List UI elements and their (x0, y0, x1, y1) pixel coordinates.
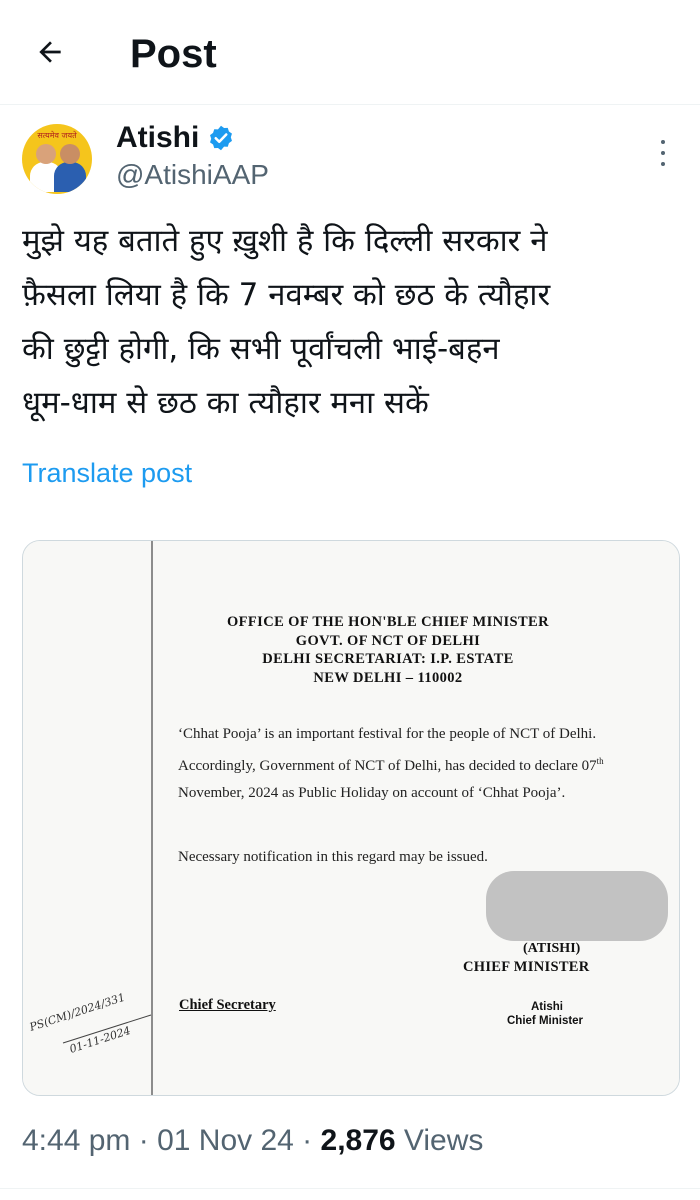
author-name-row: Atishi (116, 120, 235, 156)
translate-post-link[interactable]: Translate post (22, 456, 192, 490)
divider (0, 1188, 700, 1189)
government-letter: OFFICE OF THE HON'BLE CHIEF MINISTER GOV… (23, 541, 679, 1095)
views-label: Views (395, 1124, 484, 1157)
attached-image[interactable]: OFFICE OF THE HON'BLE CHIEF MINISTER GOV… (22, 540, 680, 1096)
header-line: DELHI SECRETARIAT: I.P. ESTATE (262, 651, 514, 667)
post-date: 01 Nov 24 (157, 1124, 294, 1157)
letter-header: OFFICE OF THE HON'BLE CHIEF MINISTER GOV… (153, 613, 623, 687)
body-text: ‘Chhat Pooja’ is an important festival f… (178, 726, 597, 774)
stamp-title: Chief Minister (507, 1015, 584, 1027)
arrow-left-icon (39, 41, 61, 63)
verified-badge-icon (210, 125, 233, 151)
body-text: November, 2024 as Public Holiday on acco… (178, 785, 566, 801)
header-line: OFFICE OF THE HON'BLE CHIEF MINISTER (226, 614, 550, 630)
header-line: NEW DELHI – 110002 (313, 669, 463, 686)
avatar-caption: सत्यमेव जयते (37, 131, 77, 140)
back-button[interactable] (28, 30, 72, 74)
top-bar: Post (0, 0, 700, 105)
views-count[interactable]: 2,876 (321, 1124, 396, 1157)
body-superscript: th (596, 756, 604, 766)
more-vertical-icon (661, 140, 665, 144)
tweet-line: की छुट्टी होगी, कि सभी पूर्वांचली भाई-बह… (22, 331, 500, 367)
letter-note: Necessary notification in this regard ma… (178, 849, 488, 865)
chief-secretary-label: Chief Secretary (179, 997, 276, 1013)
header-line: GOVT. OF NCT OF DELHI (295, 632, 481, 649)
handwritten-note: PS(CM)/2024/331 01-11-2024 (27, 991, 152, 1056)
author-handle[interactable]: @AtishiAAP (116, 158, 269, 192)
avatar[interactable]: सत्यमेव जयते (22, 124, 92, 194)
tweet-text: मुझे यह बताते हुए ख़ुशी है कि दिल्ली सरक… (22, 214, 682, 430)
post-time: 4:44 pm (22, 1124, 131, 1157)
signatory-name: (ATISHI) (523, 941, 581, 956)
page-title: Post (130, 32, 217, 76)
redacted-signature (486, 871, 668, 941)
tweet-line: मुझे यह बताते हुए ख़ुशी है कि दिल्ली सरक… (22, 223, 548, 259)
tweet-line: फ़ैसला लिया है कि 7 नवम्बर को छठ के त्यौ… (22, 277, 551, 313)
author-name[interactable]: Atishi (116, 121, 199, 155)
signatory-title: CHIEF MINISTER (463, 959, 590, 975)
stamp-name: Atishi (531, 1001, 563, 1013)
letter-body: ‘Chhat Pooja’ is an important festival f… (178, 721, 628, 807)
more-options-button[interactable] (656, 140, 670, 166)
handwritten-date: 01-11-2024 (68, 1024, 132, 1056)
post-meta: 4:44 pm · 01 Nov 24 · 2,876 Views (22, 1124, 484, 1157)
tweet-line: धूम-धाम से छठ का त्यौहार मना सकें (22, 385, 429, 421)
